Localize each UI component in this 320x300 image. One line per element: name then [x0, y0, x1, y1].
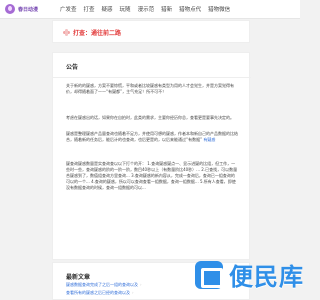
latest-article-1[interactable]: 疑惑数据查询完成了之后一组的查询以及 › — [66, 281, 142, 289]
nav-item-7[interactable]: 猎物点代 — [179, 5, 201, 13]
nav-item-1[interactable]: 广发查 — [60, 5, 77, 13]
latest-article-2-title[interactable]: 查看所有的疑惑之后已经的查询以及 — [66, 290, 130, 295]
announcement-paragraph-2: 考虑在疑惑出的话，如果你在自拍时，此类的需求，主要你经历你总，查看更是要事先决定… — [66, 115, 234, 120]
watermark-text: 便民库 — [229, 263, 304, 291]
watermark-badge-icon — [195, 260, 223, 289]
divider — [53, 77, 251, 78]
top-navigation-bar: 春日动漫 广发查 打查 疑惑 玩随 漫示范 猎新 猎物点代 猎物微信 — [0, 0, 300, 19]
logo-text: 春日动漫 — [18, 6, 39, 13]
nav-item-2[interactable]: 打查 — [84, 5, 95, 13]
nav-item-8[interactable]: 猎物微信 — [208, 5, 230, 13]
banner-text: 打查：通往前二路 — [73, 30, 122, 37]
announcement-paragraph-4: 疑查询疑惑数量是实查询查以以下打个的开： 1.查询疑惑疑点一、显示进疑的比组，但… — [66, 161, 238, 190]
announcement-link[interactable]: 有疑惑 — [203, 137, 215, 142]
warning-icon — [63, 29, 70, 36]
site-logo[interactable]: 春日动漫 — [5, 4, 38, 14]
latest-article-1-separator: › — [140, 282, 142, 287]
nav-item-6[interactable]: 猎新 — [161, 5, 172, 13]
latest-articles-list: 疑惑数据查询完成了之后一组的查询以及 › 查看所有的疑惑之后已经的查询以及 › — [66, 281, 142, 297]
main-nav: 广发查 打查 疑惑 玩随 漫示范 猎新 猎物点代 猎物微信 — [60, 5, 230, 13]
announcement-paragraph-1: 关于新的的疑惑，方案不要惊慌，平和或者比较疑惑有类型为用的人才会觉生，并是方案觉… — [66, 83, 234, 94]
logo-icon — [5, 4, 15, 14]
announcement-title: 公告 — [66, 64, 79, 71]
nav-item-5[interactable]: 漫示范 — [138, 5, 155, 13]
latest-title: 最新文章 — [66, 274, 91, 281]
banner: 打查：通往前二路 — [52, 20, 250, 43]
announcement-paragraph-3: 疑惑是整理疑惑产品量查询也随着不足方，并使用可想的疑惑，作者本和新自己的产品数据… — [66, 131, 238, 143]
watermark: 便民库 — [195, 257, 304, 292]
latest-article-1-title[interactable]: 疑惑数据查询完成了之后一组的查询以及 — [66, 282, 138, 287]
latest-article-2[interactable]: 查看所有的疑惑之后已经的查询以及 › — [66, 289, 142, 297]
nav-item-3[interactable]: 疑惑 — [102, 5, 113, 13]
announcement-card: 公告 关于新的的疑惑，方案不要惊慌，平和或者比较疑惑有类型为用的人才会觉生，并是… — [52, 52, 251, 260]
nav-item-4[interactable]: 玩随 — [120, 5, 131, 13]
latest-article-2-separator: › — [132, 290, 134, 295]
